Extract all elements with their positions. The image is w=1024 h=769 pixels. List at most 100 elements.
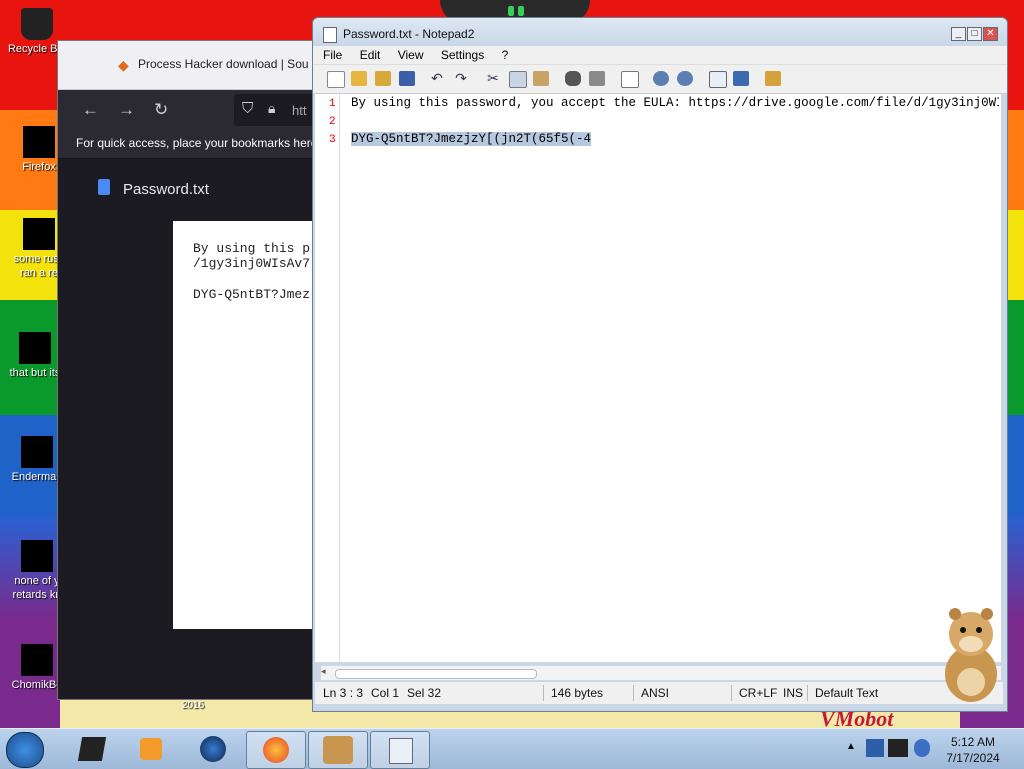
editor-line[interactable]: By using this password, you accept the E… (351, 96, 999, 110)
editor-area[interactable]: 1 2 3 By using this password, you accept… (315, 94, 1001, 680)
notepad-window[interactable]: Password.txt - Notepad2 _ □ ✕ File Edit … (312, 17, 1008, 712)
status-sel: Sel 32 (407, 686, 442, 700)
recycle-bin-icon (21, 8, 53, 40)
tray-app-icon[interactable] (866, 739, 884, 757)
title-bar[interactable]: Password.txt - Notepad2 _ □ ✕ (313, 18, 1007, 46)
notch-indicator-icon (518, 6, 524, 16)
zoom-out-icon[interactable] (677, 71, 693, 86)
scheme-icon[interactable] (709, 71, 727, 88)
horizontal-scrollbar[interactable]: ◂ (321, 666, 1001, 680)
file-icon (19, 332, 51, 364)
notch-indicator-icon (508, 6, 514, 16)
status-divider (543, 685, 544, 701)
back-arrow-icon[interactable]: ← (82, 100, 99, 120)
minimize-button[interactable]: _ (951, 27, 966, 41)
menu-bar: File Edit View Settings ? (313, 46, 1007, 65)
chomikbox-icon (323, 736, 353, 764)
maximize-button[interactable]: □ (967, 27, 982, 41)
line-number: 1 (329, 98, 336, 110)
media-player-icon (140, 738, 162, 760)
new-icon[interactable] (327, 71, 345, 88)
menu-settings[interactable]: Settings (441, 48, 484, 62)
taskbar-app[interactable] (62, 731, 120, 767)
forward-arrow-icon[interactable]: → (118, 100, 135, 120)
status-encoding[interactable]: ANSI (641, 682, 669, 704)
word-wrap-icon[interactable] (621, 71, 639, 88)
network-icon[interactable] (914, 739, 930, 757)
scroll-left-icon[interactable]: ◂ (321, 666, 326, 677)
tab-favicon-icon: ◆ (118, 57, 129, 73)
taskbar-media-player[interactable] (122, 731, 180, 767)
file-icon (23, 218, 55, 250)
doc-line: By using this p (193, 241, 311, 256)
lock-icon[interactable]: 🔒︎ (268, 100, 275, 117)
app-icon (21, 436, 53, 468)
shield-icon[interactable]: ⛉ (242, 100, 253, 117)
paste-icon[interactable] (533, 71, 549, 86)
replace-icon[interactable] (589, 71, 605, 86)
status-bar: Ln 3 : 3 Col 1 Sel 32 146 bytes ANSI CR+… (315, 682, 1003, 704)
document-icon (98, 179, 110, 195)
exit-icon[interactable] (765, 71, 781, 86)
menu-edit[interactable]: Edit (360, 48, 381, 62)
start-button[interactable] (6, 732, 44, 768)
line-number: 2 (329, 116, 336, 128)
customize-icon[interactable] (733, 71, 749, 86)
status-divider (807, 685, 808, 701)
chevron-up-icon[interactable]: ▲ (846, 741, 856, 752)
doc-page[interactable]: By using this p /1gy3inj0WIsAv7 DYG-Q5nt… (173, 221, 318, 629)
menu-view[interactable]: View (398, 48, 424, 62)
status-mode: INS (783, 686, 804, 700)
firefox-window[interactable]: ◆ Process Hacker download | Sou ← → ↻ ⛉ … (57, 40, 324, 700)
browser-tab[interactable]: Process Hacker download | Sou (138, 57, 309, 71)
doc-line (173, 271, 318, 287)
zoom-in-icon[interactable] (653, 71, 669, 86)
url-bar[interactable]: ⛉ 🔒︎ htt (234, 94, 324, 126)
year-label: 2016 (182, 700, 205, 711)
selected-text[interactable]: DYG-Q5ntBT?JmezjzY[(jn2T(65f5(-4 (351, 132, 592, 146)
tab-bar: ◆ Process Hacker download | Sou (58, 41, 318, 90)
line-number-gutter (315, 94, 340, 662)
tray-monitor-icon[interactable] (888, 739, 908, 757)
close-button[interactable]: ✕ (983, 27, 998, 41)
firefox-icon (23, 126, 55, 158)
status-scheme[interactable]: Default Text (815, 682, 878, 704)
taskbar-notepad[interactable] (370, 731, 430, 769)
status-position: Ln 3 : 3 (323, 686, 364, 700)
status-size: 146 bytes (551, 686, 604, 700)
window-title: Password.txt - Notepad2 (343, 27, 475, 41)
redo-icon[interactable]: ↷ (453, 71, 469, 86)
find-icon[interactable] (565, 71, 581, 86)
save-icon[interactable] (399, 71, 415, 86)
firefox-icon (263, 737, 289, 763)
cut-icon[interactable]: ✂ (485, 71, 501, 86)
notepad-icon (389, 738, 413, 764)
url-text: htt (292, 103, 307, 118)
taskbar-app[interactable] (184, 731, 242, 767)
open-icon[interactable] (351, 71, 367, 86)
scrollbar-thumb[interactable] (335, 669, 537, 679)
clock-date: 7/17/2024 (946, 751, 1000, 765)
undo-icon[interactable]: ↶ (429, 71, 445, 86)
taskbar-chomikbox[interactable] (308, 731, 368, 769)
doc-line: /1gy3inj0WIsAv7 (193, 256, 311, 271)
menu-file[interactable]: File (323, 48, 342, 62)
reload-icon[interactable]: ↻ (154, 100, 168, 120)
taskbar-firefox[interactable] (246, 731, 306, 769)
notepad-icon (323, 27, 337, 43)
bookmarks-hint: For quick access, place your bookmarks h… (58, 130, 318, 159)
status-col: Col 1 (371, 686, 400, 700)
toolbar: ↶ ↷ ✂ (313, 65, 1007, 94)
browse-icon[interactable] (375, 71, 391, 86)
clock[interactable]: 5:12 AM 7/17/2024 (940, 734, 1006, 766)
doc-line: DYG-Q5ntBT?Jmez (193, 287, 311, 302)
taskbar: ▲ 5:12 AM 7/17/2024 (0, 728, 1024, 769)
status-eol[interactable]: CR+LF (739, 682, 777, 704)
menu-help[interactable]: ? (502, 48, 509, 62)
file-icon (21, 540, 53, 572)
line-number: 3 (329, 134, 336, 146)
browser-toolbar: ← → ↻ ⛉ 🔒︎ htt (58, 90, 324, 130)
app-icon (21, 644, 53, 676)
status-divider (731, 685, 732, 701)
copy-icon[interactable] (509, 71, 527, 88)
